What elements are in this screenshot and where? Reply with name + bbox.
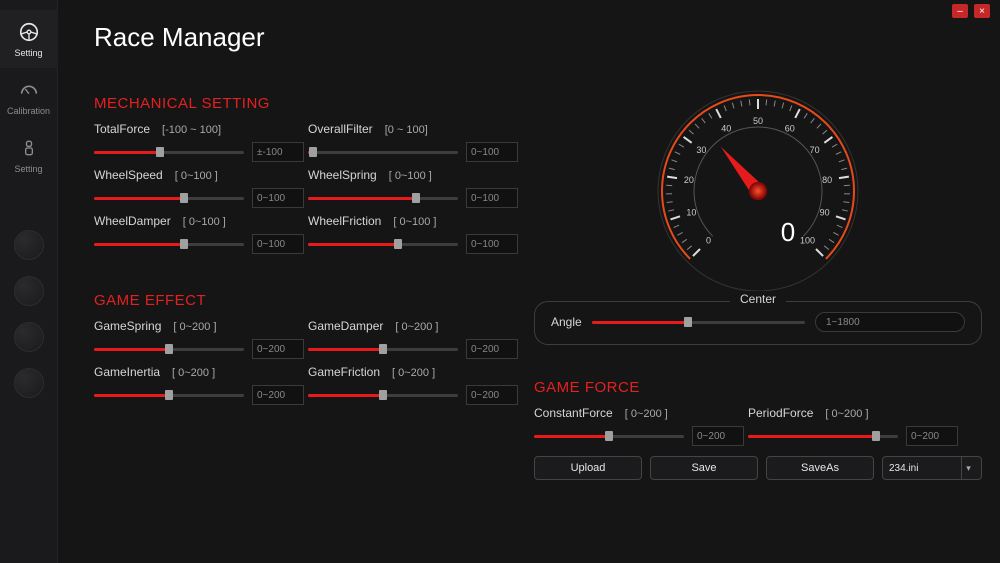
mechanical-heading: MECHANICAL SETTING: [94, 95, 524, 112]
gameinertia-label: GameInertia: [94, 365, 160, 379]
center-label: Center: [730, 292, 786, 306]
pedal-icon: [17, 136, 41, 160]
wheelfriction-label: WheelFriction: [308, 214, 381, 228]
gamespring-input[interactable]: 0~200: [252, 339, 304, 359]
angle-input[interactable]: 1~1800: [815, 312, 965, 332]
chevron-down-icon: ▾: [961, 457, 975, 479]
wheelspring-input[interactable]: 0~100: [466, 188, 518, 208]
gamespring-range: [ 0~200 ]: [173, 321, 216, 333]
wheelspeed-slider[interactable]: [94, 190, 244, 206]
svg-text:80: 80: [822, 175, 832, 185]
sidebar: Setting Calibration Setting: [0, 0, 58, 563]
gamefriction-input[interactable]: 0~200: [466, 385, 518, 405]
game-effect-heading: GAME EFFECT: [94, 292, 524, 309]
gamefriction-range: [ 0~200 ]: [392, 367, 435, 379]
sidebar-tab-label: Setting: [14, 48, 42, 58]
wheelspeed-label: WheelSpeed: [94, 168, 163, 182]
totalforce-slider[interactable]: [94, 144, 244, 160]
totalforce-input[interactable]: ±-100: [252, 142, 304, 162]
periodforce-label: PeriodForce: [748, 406, 813, 420]
wheeldamper-input[interactable]: 0~100: [252, 234, 304, 254]
totalforce-label: TotalForce: [94, 122, 150, 136]
profile-slot-1[interactable]: [14, 230, 44, 260]
svg-text:60: 60: [785, 124, 795, 134]
angle-label: Angle: [551, 315, 582, 329]
gamedamper-range: [ 0~200 ]: [395, 321, 438, 333]
gamefriction-label: GameFriction: [308, 365, 380, 379]
file-select[interactable]: 234.ini ▾: [882, 456, 982, 480]
constantforce-input[interactable]: 0~200: [692, 426, 744, 446]
sidebar-tab-setting-2[interactable]: Setting: [0, 126, 58, 184]
saveas-button[interactable]: SaveAs: [766, 456, 874, 480]
periodforce-range: [ 0~200 ]: [825, 408, 868, 420]
gamedamper-label: GameDamper: [308, 319, 383, 333]
save-button[interactable]: Save: [650, 456, 758, 480]
gamespring-slider[interactable]: [94, 341, 244, 357]
sidebar-tab-label: Calibration: [7, 106, 50, 116]
sidebar-tab-label: Setting: [14, 164, 42, 174]
constantforce-slider[interactable]: [534, 428, 684, 444]
wheeldamper-range: [ 0~100 ]: [183, 216, 226, 228]
constantforce-label: ConstantForce: [534, 406, 613, 420]
gauge-value: 0: [781, 217, 795, 247]
gauge-icon: [17, 78, 41, 102]
wheelspring-slider[interactable]: [308, 190, 458, 206]
gamedamper-slider[interactable]: [308, 341, 458, 357]
svg-text:40: 40: [721, 124, 731, 134]
svg-text:50: 50: [753, 116, 763, 126]
upload-button[interactable]: Upload: [534, 456, 642, 480]
sidebar-tab-calibration[interactable]: Calibration: [0, 68, 58, 126]
svg-text:10: 10: [686, 208, 696, 218]
wheelspeed-range: [ 0~100 ]: [175, 170, 218, 182]
wheelfriction-slider[interactable]: [308, 236, 458, 252]
wheelspeed-input[interactable]: 0~100: [252, 188, 304, 208]
page-title: Race Manager: [94, 22, 982, 53]
wheelfriction-range: [ 0~100 ]: [393, 216, 436, 228]
overallfilter-label: OverallFilter: [308, 122, 373, 136]
profile-slot-2[interactable]: [14, 276, 44, 306]
overallfilter-slider[interactable]: [308, 144, 458, 160]
gamespring-label: GameSpring: [94, 319, 161, 333]
periodforce-input[interactable]: 0~200: [906, 426, 958, 446]
gameinertia-input[interactable]: 0~200: [252, 385, 304, 405]
profile-slot-4[interactable]: [14, 368, 44, 398]
wheelspring-range: [ 0~100 ]: [389, 170, 432, 182]
overallfilter-input[interactable]: 0~100: [466, 142, 518, 162]
constantforce-range: [ 0~200 ]: [625, 408, 668, 420]
profile-slot-3[interactable]: [14, 322, 44, 352]
svg-text:100: 100: [800, 235, 815, 245]
gameinertia-slider[interactable]: [94, 387, 244, 403]
wheelfriction-input[interactable]: 0~100: [466, 234, 518, 254]
angle-slider[interactable]: [592, 314, 805, 330]
svg-text:70: 70: [810, 145, 820, 155]
svg-text:30: 30: [696, 145, 706, 155]
periodforce-slider[interactable]: [748, 428, 898, 444]
totalforce-range: [-100 ~ 100]: [162, 124, 221, 136]
svg-text:0: 0: [706, 235, 711, 245]
overallfilter-range: [0 ~ 100]: [385, 124, 428, 136]
wheelspring-label: WheelSpring: [308, 168, 377, 182]
sidebar-tab-setting[interactable]: Setting: [0, 10, 58, 68]
gameinertia-range: [ 0~200 ]: [172, 367, 215, 379]
wheeldamper-label: WheelDamper: [94, 214, 171, 228]
center-panel: Center Angle 1~1800: [534, 301, 982, 345]
game-force-heading: GAME FORCE: [534, 379, 982, 396]
gamefriction-slider[interactable]: [308, 387, 458, 403]
file-select-value: 234.ini: [889, 463, 918, 474]
svg-text:90: 90: [820, 208, 830, 218]
svg-text:20: 20: [684, 175, 694, 185]
angle-gauge: 0 10 20 30 40 50 60 70 80 90 100 0: [534, 81, 982, 291]
wheeldamper-slider[interactable]: [94, 236, 244, 252]
gamedamper-input[interactable]: 0~200: [466, 339, 518, 359]
steering-icon: [17, 20, 41, 44]
